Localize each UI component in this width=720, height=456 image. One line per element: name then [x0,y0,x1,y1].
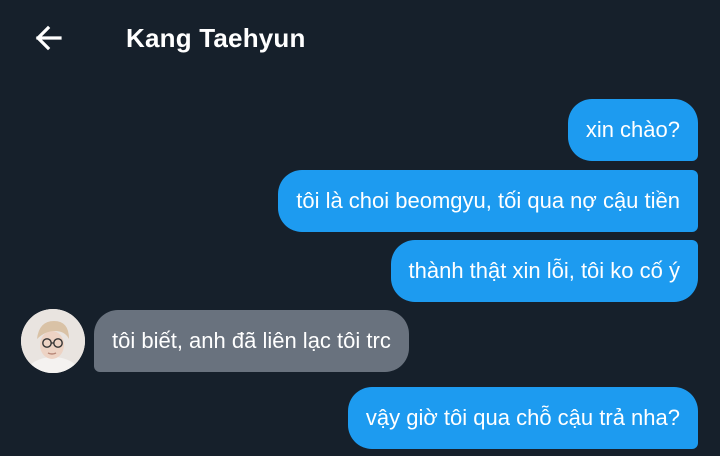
outgoing-message-bubble[interactable]: thành thật xin lỗi, tôi ko cố ý [390,240,698,302]
arrow-left-icon [33,23,63,53]
back-button[interactable] [30,20,66,56]
outgoing-message-bubble[interactable]: vậy giờ tôi qua chỗ cậu trả nha? [347,387,698,449]
chat-header: Kang Taehyun [0,0,720,76]
incoming-message-bubble[interactable]: tôi biết, anh đã liên lạc tôi trc [94,310,409,372]
outgoing-message-bubble[interactable]: tôi là choi beomgyu, tối qua nợ cậu tiền [278,170,698,232]
contact-avatar[interactable] [21,309,85,373]
outgoing-message-bubble[interactable]: xin chào? [567,99,698,161]
contact-name[interactable]: Kang Taehyun [126,20,306,56]
